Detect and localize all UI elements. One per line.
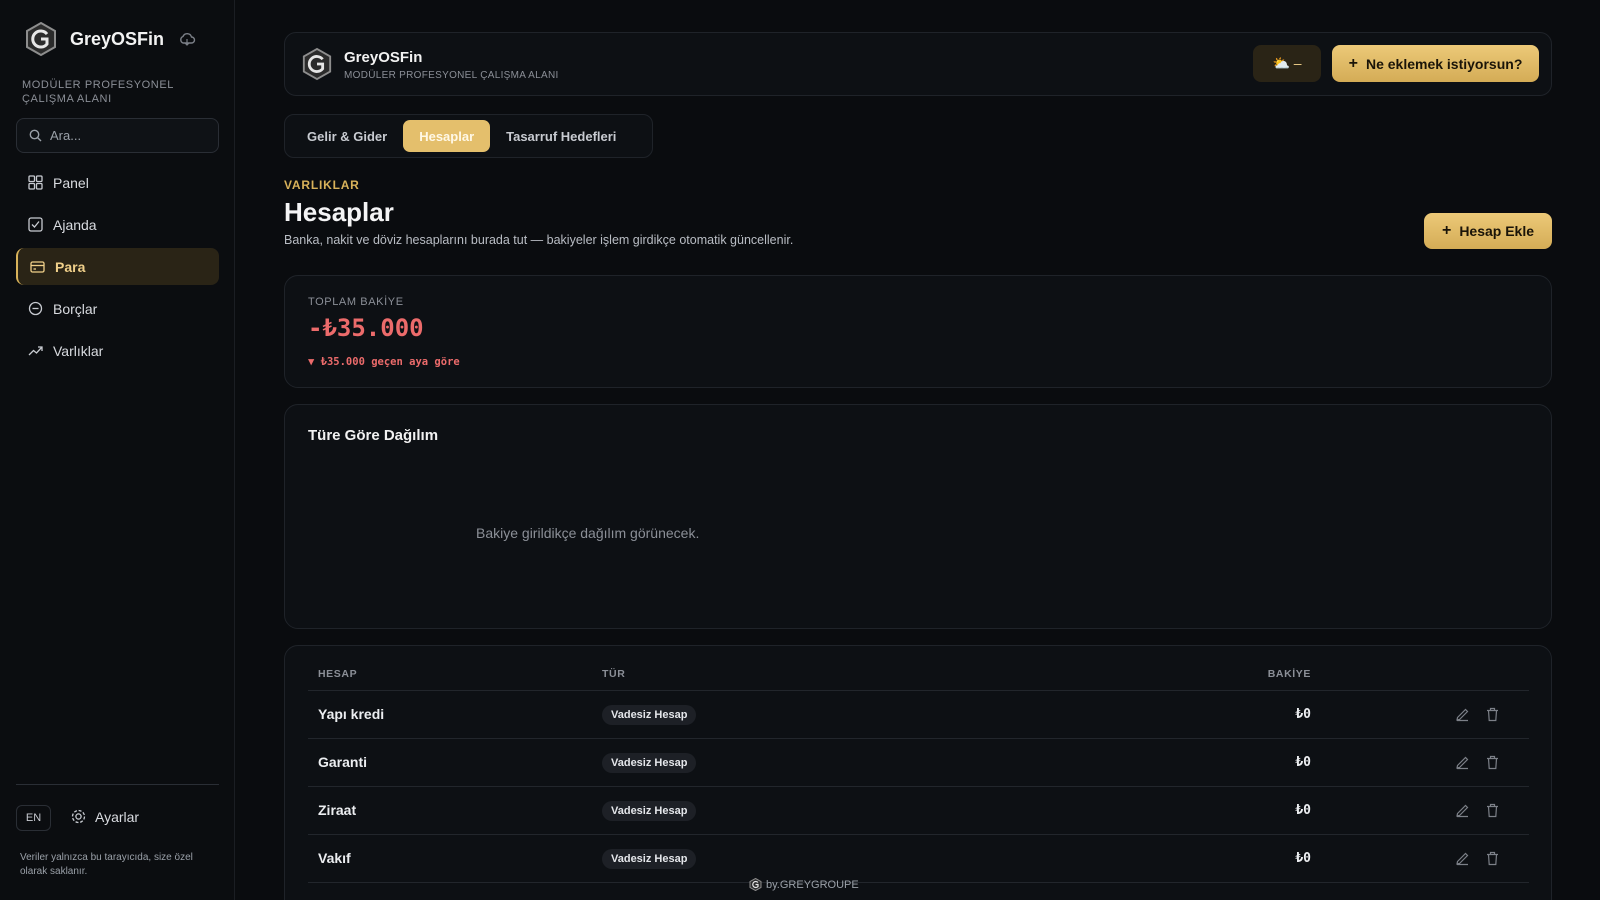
add-account-button[interactable]: + Hesap Ekle (1424, 213, 1552, 249)
weather-widget[interactable]: ⛅ – (1253, 45, 1321, 82)
sidebar-nav: Panel Ajanda Para Borçlar Varlıklar (16, 164, 219, 374)
edit-icon[interactable] (1455, 803, 1470, 818)
search-input[interactable] (50, 128, 200, 143)
trash-icon[interactable] (1485, 803, 1500, 818)
table-row[interactable]: Garanti Vadesiz Hesap ₺0 (308, 738, 1529, 786)
sidebar-subtitle: MODÜLER PROFESYONEL ÇALIŞMA ALANI (22, 79, 174, 105)
account-type-badge: Vadesiz Hesap (602, 753, 697, 773)
balance-value: -₺35.000 (308, 314, 424, 342)
table-row[interactable]: Yapı kredi Vadesiz Hesap ₺0 (308, 690, 1529, 738)
trend-up-icon (28, 346, 43, 356)
sidebar-item-label: Panel (53, 174, 89, 191)
sidebar-item-label: Ajanda (53, 216, 97, 233)
footer-credit-text: by.GREYGROUPE (766, 878, 859, 891)
page-title: Hesaplar (284, 197, 394, 227)
tab-accounts[interactable]: Hesaplar (403, 120, 491, 152)
column-header-balance: BAKİYE (1267, 668, 1311, 680)
brand-name: GreyOSFin (70, 28, 165, 49)
sidebar-divider (16, 784, 219, 785)
account-balance: ₺0 (1295, 851, 1311, 866)
quick-add-label: Ne eklemek istiyorsun? (1365, 55, 1523, 72)
search-box[interactable] (16, 118, 219, 153)
balance-delta: ▼ ₺35.000 geçen aya göre (308, 356, 460, 368)
gear-icon (71, 809, 86, 824)
sidebar-item-para[interactable]: Para (16, 248, 219, 285)
account-name: Ziraat (318, 802, 357, 818)
plus-icon: + (1441, 222, 1452, 239)
dashboard-icon (28, 175, 43, 190)
account-name: Yapı kredi (318, 706, 385, 722)
sidebar-item-label: Para (55, 258, 86, 275)
account-name: Vakıf (318, 850, 351, 866)
column-header-account: HESAP (318, 668, 358, 680)
section-eyebrow: VARLIKLAR (284, 178, 360, 192)
brand[interactable]: GreyOSFin (24, 22, 196, 56)
sidebar: GreyOSFin MODÜLER PROFESYONEL ÇALIŞMA AL… (0, 0, 235, 900)
cloud-sync-icon[interactable] (178, 30, 196, 48)
header-title: GreyOSFin (344, 49, 423, 66)
account-balance: ₺0 (1295, 755, 1311, 770)
edit-icon[interactable] (1455, 755, 1470, 770)
column-header-type: TÜR (602, 668, 626, 680)
account-balance: ₺0 (1295, 803, 1311, 818)
footer-credit: by.GREYGROUPE (749, 878, 859, 891)
checkbox-icon (28, 217, 43, 232)
trash-icon[interactable] (1485, 755, 1500, 770)
storage-note: Veriler yalnızca bu tarayıcıda, size öze… (20, 852, 193, 877)
logo-icon (26, 22, 56, 56)
logo-icon (749, 878, 762, 891)
sidebar-item-panel[interactable]: Panel (16, 164, 219, 201)
tab-income-expense[interactable]: Gelir & Gider (291, 120, 403, 152)
sidebar-item-borclar[interactable]: Borçlar (16, 290, 219, 327)
account-type-badge: Vadesiz Hesap (602, 849, 697, 869)
wallet-icon (30, 261, 45, 273)
logo-icon (302, 47, 332, 81)
plus-icon: + (1348, 54, 1358, 72)
money-tabs: Gelir & Gider Hesaplar Tasarruf Hedefler… (284, 114, 653, 158)
account-name: Garanti (318, 754, 368, 770)
circle-icon (28, 301, 43, 316)
total-balance-card: TOPLAM BAKİYE -₺35.000 ▼ ₺35.000 geçen a… (284, 275, 1552, 388)
top-bar: GreyOSFin MODÜLER PROFESYONEL ÇALIŞMA AL… (284, 32, 1552, 96)
page-description: Banka, nakit ve döviz hesaplarını burada… (284, 233, 794, 247)
quick-add-button[interactable]: + Ne eklemek istiyorsun? (1332, 45, 1539, 82)
sidebar-item-label: Borçlar (53, 300, 98, 317)
account-type-badge: Vadesiz Hesap (602, 705, 697, 725)
tab-savings-goals[interactable]: Tasarruf Hedefleri (490, 120, 632, 152)
edit-icon[interactable] (1455, 707, 1470, 722)
sidebar-item-varliklar[interactable]: Varlıklar (16, 332, 219, 369)
add-account-label: Hesap Ekle (1459, 223, 1535, 239)
settings-label: Ayarlar (95, 808, 140, 825)
sidebar-item-label: Varlıklar (53, 342, 104, 359)
account-balance: ₺0 (1295, 707, 1311, 722)
language-toggle[interactable]: EN (16, 805, 51, 831)
table-row[interactable]: Vakıf Vadesiz Hesap ₺0 (308, 834, 1529, 882)
trash-icon[interactable] (1485, 851, 1500, 866)
table-row[interactable] (308, 882, 1529, 900)
edit-icon[interactable] (1455, 851, 1470, 866)
header-subtitle: MODÜLER PROFESYONEL ÇALIŞMA ALANI (344, 70, 559, 81)
sidebar-item-ajanda[interactable]: Ajanda (16, 206, 219, 243)
trash-icon[interactable] (1485, 707, 1500, 722)
distribution-empty-state: Bakiye girildikçe dağılım görünecek. (476, 525, 700, 541)
account-type-badge: Vadesiz Hesap (602, 801, 697, 821)
settings-link[interactable]: Ayarlar (70, 808, 139, 825)
table-row[interactable]: Ziraat Vadesiz Hesap ₺0 (308, 786, 1529, 834)
search-icon (29, 129, 42, 142)
accounts-table: HESAP TÜR BAKİYE Yapı kredi Vadesiz Hesa… (284, 645, 1552, 900)
distribution-title: Türe Göre Dağılım (308, 427, 439, 444)
distribution-card: Türe Göre Dağılım Bakiye girildikçe dağı… (284, 404, 1552, 629)
balance-label: TOPLAM BAKİYE (308, 296, 404, 308)
